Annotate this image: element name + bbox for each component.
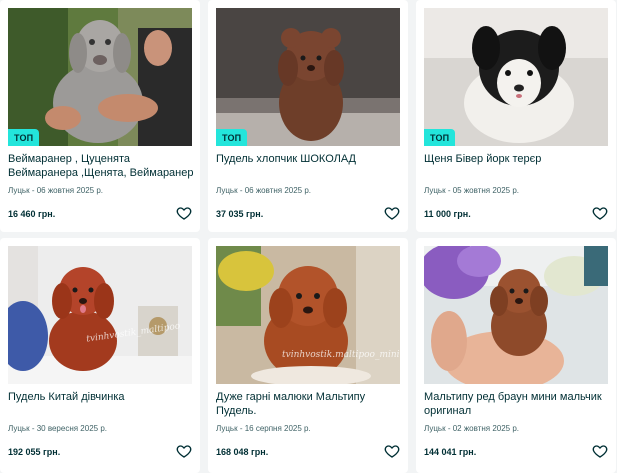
top-badge: ТОП (424, 129, 456, 146)
listing-title[interactable]: Пудель хлопчик ШОКОЛАД (216, 152, 404, 166)
heart-outline-icon[interactable] (384, 443, 400, 459)
heart-outline-icon[interactable] (592, 205, 608, 221)
listing-location-date: Луцьк - 16 серпня 2025 р. (216, 424, 311, 433)
listing-title[interactable]: Веймаранер , Цуценята Веймаранера ,Щенят… (8, 152, 196, 180)
listing-card[interactable]: tvinhvostik.maltipoo_mini Дуже гарні мал… (208, 238, 408, 473)
photo-watermark: tvinhvostik.maltipoo_mini (282, 350, 400, 360)
listing-location-date: Луцьк - 06 жовтня 2025 р. (8, 186, 104, 195)
heart-outline-icon[interactable] (384, 205, 400, 221)
listing-card[interactable]: tvinhvostik_maltipoo Пудель Китай дівчин… (0, 238, 200, 473)
listing-title[interactable]: Пудель Китай дівчинка (8, 390, 196, 404)
listing-title[interactable]: Щеня Бівер йорк терєр (424, 152, 612, 166)
listing-card[interactable]: ТОП Веймаранер , Цуценята Веймаранера ,Щ… (0, 0, 200, 232)
listing-price: 11 000 грн. (424, 209, 471, 219)
listing-location-date: Луцьк - 06 жовтня 2025 р. (216, 186, 312, 195)
listing-card[interactable]: Мальтипу ред браун мини мальчик оригинал… (416, 238, 616, 473)
listing-location-date: Луцьк - 02 жовтня 2025 р. (424, 424, 520, 433)
top-badge: ТОП (216, 129, 248, 146)
listing-price: 16 460 грн. (8, 209, 56, 219)
heart-outline-icon[interactable] (592, 443, 608, 459)
listing-title[interactable]: Дуже гарні малюки Мальтипу Пудель. (216, 390, 404, 418)
red-poodle-photo[interactable]: tvinhvostik_maltipoo (8, 246, 192, 384)
listing-card[interactable]: ТОП Щеня Бівер йорк терєр Луцьк - 05 жов… (416, 0, 616, 232)
heart-outline-icon[interactable] (176, 205, 192, 221)
heart-outline-icon[interactable] (176, 443, 192, 459)
listing-price: 144 041 грн. (424, 447, 477, 457)
listing-location-date: Луцьк - 30 вересня 2025 р. (8, 424, 107, 433)
brown-poodle-photo[interactable]: ТОП (216, 8, 400, 146)
listing-card[interactable]: ТОП Пудель хлопчик ШОКОЛАД Луцьк - 06 жо… (208, 0, 408, 232)
listing-price: 37 035 грн. (216, 209, 264, 219)
weimaraner-puppy-photo[interactable]: ТОП (8, 8, 192, 146)
listing-location-date: Луцьк - 05 жовтня 2025 р. (424, 186, 520, 195)
maltipoo-puppy-photo[interactable]: tvinhvostik.maltipoo_mini (216, 246, 400, 384)
biewer-yorkie-photo[interactable]: ТОП (424, 8, 608, 146)
listing-price: 168 048 грн. (216, 447, 269, 457)
listing-price: 192 055 грн. (8, 447, 61, 457)
listing-title[interactable]: Мальтипу ред браун мини мальчик оригинал (424, 390, 612, 418)
top-badge: ТОП (8, 129, 40, 146)
maltipoo-in-hand-photo[interactable] (424, 246, 608, 384)
